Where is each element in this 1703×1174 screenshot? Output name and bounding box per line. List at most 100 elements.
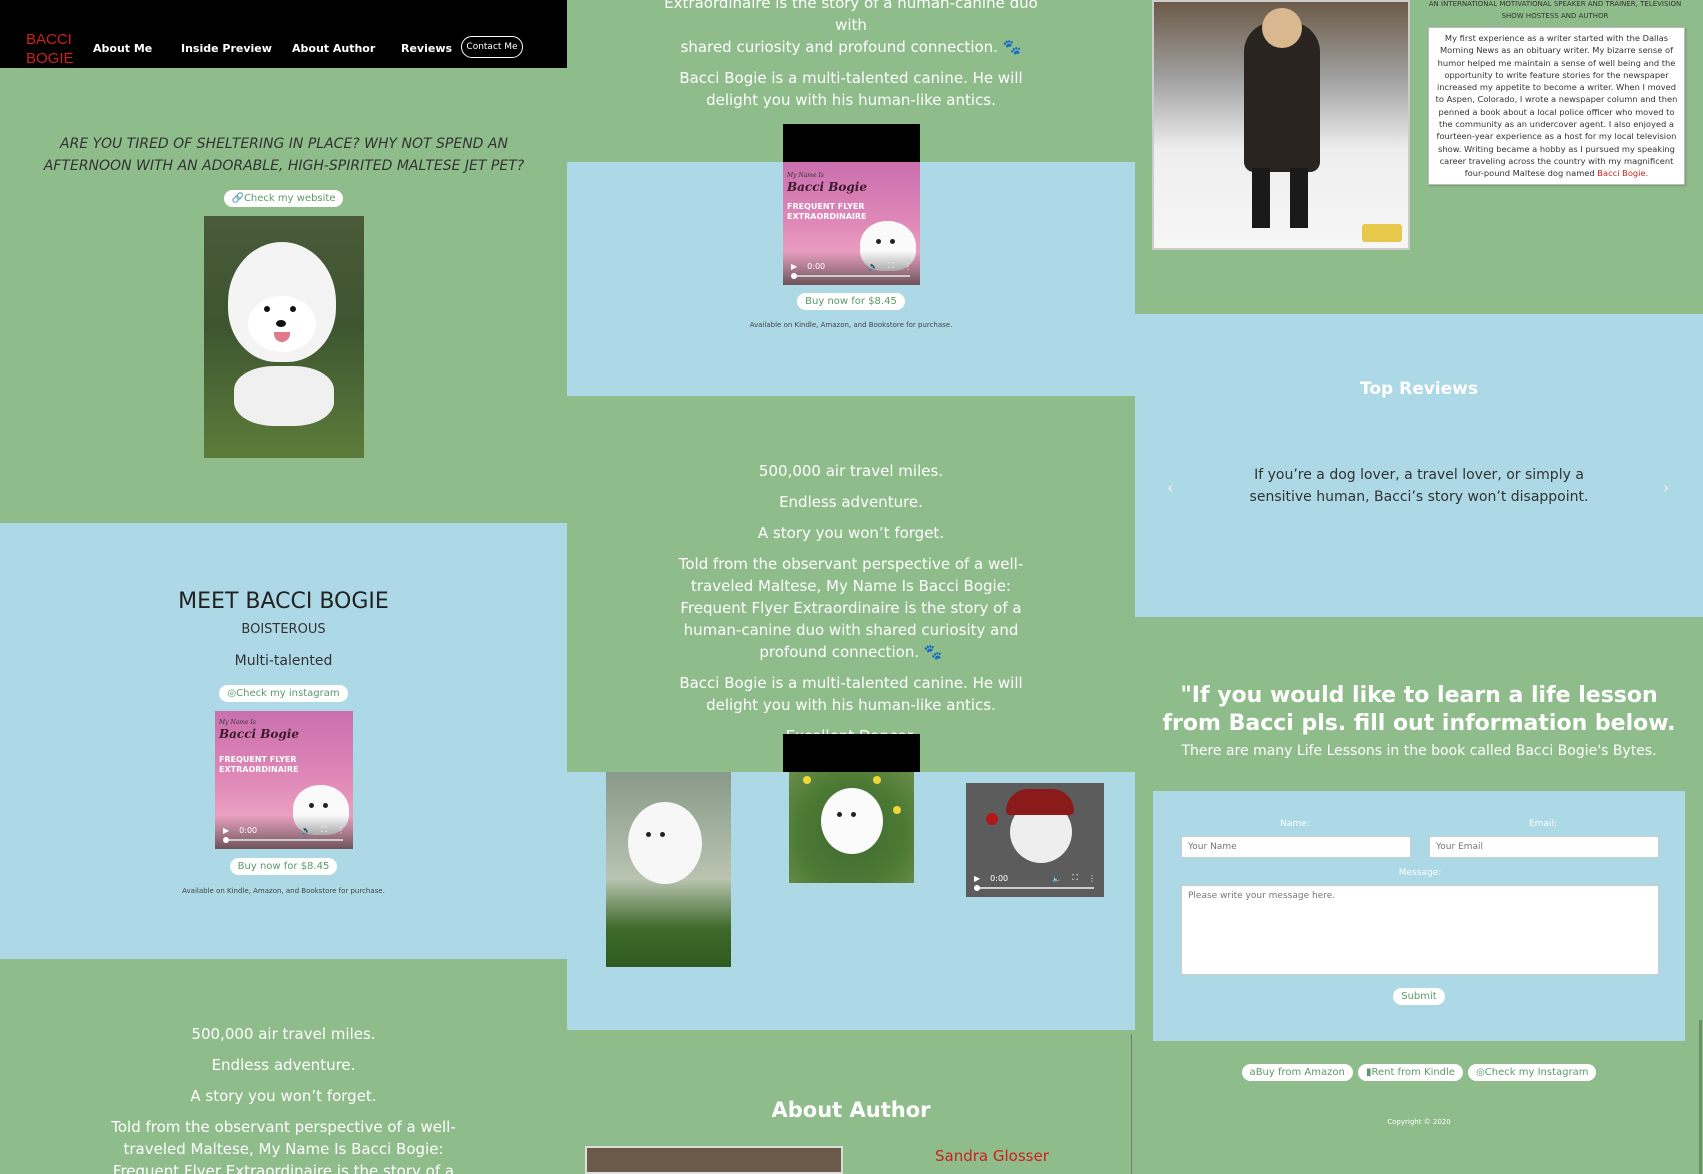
- story-perspective: Told from the observant perspective of a…: [100, 1116, 467, 1174]
- author-photo-snow: [1152, 0, 1410, 250]
- hero-tagline: ARE YOU TIRED OF SHELTERING IN PLACE? WH…: [43, 136, 525, 174]
- volume-icon[interactable]: 🔈: [868, 262, 878, 271]
- brand-logo[interactable]: BACCI BOGIE: [26, 30, 74, 68]
- message-textarea[interactable]: Please write your message here.: [1181, 885, 1659, 975]
- paw-icon: 🐾: [1002, 38, 1022, 56]
- video-progress-bar[interactable]: [223, 837, 343, 843]
- story-block-2: 500,000 air travel miles. Endless advent…: [661, 460, 1041, 756]
- check-instagram-label: Check my instagram: [236, 688, 340, 699]
- volume-icon[interactable]: 🔈: [301, 826, 311, 835]
- book-video-player[interactable]: My Name Is Bacci Bogie FREQUENT FLYER EXT…: [215, 711, 353, 849]
- story-block-1: 500,000 air travel miles. Endless advent…: [100, 1023, 467, 1174]
- play-icon[interactable]: ▶: [974, 874, 980, 883]
- email-label: Email:: [1528, 819, 1557, 829]
- available-text-2: Available on Kindle, Amazon, and Booksto…: [749, 321, 953, 329]
- contact-headline: "If you would like to learn a life lesso…: [1162, 683, 1676, 736]
- contact-form: Name: Your Name Email: Your Email Messag…: [1153, 791, 1685, 1041]
- buy-amazon-button[interactable]: aBuy from Amazon: [1241, 1064, 1353, 1081]
- submit-wrap: Submit: [1153, 984, 1685, 1005]
- check-instagram-button[interactable]: ◎Check my instagram: [219, 685, 348, 702]
- video-time: 0:00: [239, 825, 258, 835]
- email-input[interactable]: Your Email: [1429, 836, 1659, 858]
- author-bio-link[interactable]: Bacci Bogie.: [1597, 168, 1648, 178]
- nav-item-about-me[interactable]: About Me: [93, 42, 152, 55]
- video-controls-2: ▶ 0:00 🔈 ⛶ ⋮: [783, 251, 920, 285]
- reviews-section: Top Reviews If you’re a dog lover, a tra…: [1135, 314, 1703, 617]
- check-website-button[interactable]: 🔗Check my website: [223, 190, 344, 207]
- instagram-button-wrap: ◎Check my instagram: [0, 681, 567, 702]
- column-2: Extraordinaire is the story of a human-c…: [567, 0, 1135, 1174]
- gallery-photo-jumping: [606, 772, 731, 967]
- volume-icon[interactable]: 🔈: [1052, 874, 1062, 883]
- story-top-line-a: Extraordinaire is the story of a human-c…: [664, 0, 1038, 34]
- about-author-title: About Author: [771, 1098, 931, 1122]
- meet-line-1: BOISTEROUS: [241, 622, 326, 637]
- story-top-multitalented: Bacci Bogie is a multi-talented canine. …: [679, 69, 1023, 109]
- author-bio-text: My first experience as a writer started …: [1435, 33, 1678, 179]
- rent-kindle-label: Rent from Kindle: [1371, 1067, 1455, 1078]
- nav-item-inside-preview[interactable]: Inside Preview: [181, 42, 272, 55]
- more-options-icon[interactable]: ⋮: [1088, 874, 1096, 883]
- fullscreen-icon[interactable]: ⛶: [888, 261, 894, 271]
- play-icon[interactable]: ▶: [791, 262, 797, 271]
- gallery-video-rose[interactable]: ▶ 0:00 🔈 ⛶ ⋮: [966, 783, 1104, 897]
- footer-buttons: aBuy from Amazon ▮Rent from Kindle ◎Chec…: [1135, 1060, 1703, 1081]
- link-icon: 🔗: [231, 193, 244, 204]
- footer-instagram-button[interactable]: ◎Check my Instagram: [1468, 1064, 1597, 1081]
- nav-item-about-author[interactable]: About Author: [292, 42, 375, 55]
- rent-kindle-button[interactable]: ▮Rent from Kindle: [1357, 1064, 1463, 1081]
- video-progress-bar-3[interactable]: [974, 885, 1094, 891]
- paw-icon: 🐾: [923, 643, 943, 661]
- video-time-3: 0:00: [990, 873, 1009, 883]
- story-forget: A story you won’t forget.: [190, 1087, 377, 1105]
- page-scrollbar[interactable]: [1699, 1020, 1702, 1174]
- story-perspective-2: Told from the observant perspective of a…: [661, 553, 1041, 663]
- buy-amazon-label: Buy from Amazon: [1255, 1067, 1345, 1078]
- gallery-photo-flowers: [789, 772, 914, 883]
- column-divider: [1131, 1034, 1132, 1174]
- name-input[interactable]: Your Name: [1181, 836, 1411, 858]
- buy-button-wrap: Buy now for $8.45: [0, 854, 567, 875]
- cover2-line-3: FREQUENT FLYER EXTRAORDINAIRE: [787, 202, 867, 222]
- meet-title: MEET BACCI BOGIE: [178, 589, 389, 614]
- cover-line-3b: EXTRAORDINAIRE: [219, 765, 299, 774]
- cover-line-3a: FREQUENT FLYER: [219, 755, 297, 764]
- meet-section: MEET BACCI BOGIE BOISTEROUS Multi-talent…: [0, 523, 567, 959]
- instagram-icon: ◎: [1476, 1067, 1485, 1078]
- story-top-line-b: shared curiosity and profound connection…: [661, 36, 1041, 58]
- name-label: Name:: [1280, 819, 1310, 829]
- column-1: BACCI BOGIE About Me Inside Preview Abou…: [0, 0, 567, 1174]
- fullscreen-icon[interactable]: ⛶: [321, 825, 327, 835]
- play-icon[interactable]: ▶: [223, 826, 229, 835]
- reviews-title: Top Reviews: [1360, 379, 1478, 399]
- message-label: Message:: [1398, 868, 1442, 878]
- story-adventure-2: Endless adventure.: [779, 493, 923, 511]
- story-adventure: Endless adventure.: [211, 1056, 356, 1074]
- buy-now-button[interactable]: Buy now for $8.45: [229, 858, 338, 875]
- cover2-line-1: My Name Is: [787, 172, 824, 179]
- cover-line-1: My Name Is: [219, 719, 256, 726]
- video-progress-bar-2[interactable]: [791, 273, 910, 279]
- nav-item-reviews[interactable]: Reviews: [401, 42, 452, 55]
- more-options-icon[interactable]: ⋮: [904, 262, 912, 271]
- fullscreen-icon[interactable]: ⛶: [1072, 873, 1078, 883]
- navbar: BACCI BOGIE About Me Inside Preview Abou…: [0, 0, 567, 68]
- cover2-line-2: Bacci Bogie: [787, 180, 867, 194]
- submit-button[interactable]: Submit: [1393, 988, 1445, 1005]
- author-subtitle: AN INTERNATIONAL MOTIVATIONAL SPEAKER AN…: [1428, 0, 1682, 20]
- column-3: AN INTERNATIONAL MOTIVATIONAL SPEAKER AN…: [1135, 0, 1703, 1174]
- cover2-line-3b: EXTRAORDINAIRE: [787, 212, 867, 221]
- contact-me-button[interactable]: Contact Me: [461, 36, 523, 58]
- video-black-top: [783, 124, 920, 162]
- story-miles: 500,000 air travel miles.: [191, 1025, 376, 1043]
- story-top-line-b-text: shared curiosity and profound connection…: [680, 38, 998, 56]
- website-button-wrap: 🔗Check my website: [0, 186, 567, 207]
- bacci-running-photo: [204, 216, 364, 458]
- more-options-icon[interactable]: ⋮: [337, 826, 345, 835]
- book-video-player-2[interactable]: My Name Is Bacci Bogie FREQUENT FLYER EXT…: [783, 162, 920, 285]
- carousel-next-icon[interactable]: ›: [1663, 478, 1669, 497]
- buy-now-button-2[interactable]: Buy now for $8.45: [797, 293, 905, 310]
- carousel-prev-icon[interactable]: ‹: [1167, 478, 1173, 497]
- author-name: Sandra Glosser: [935, 1147, 1049, 1165]
- author-photo-partial: [585, 1146, 843, 1174]
